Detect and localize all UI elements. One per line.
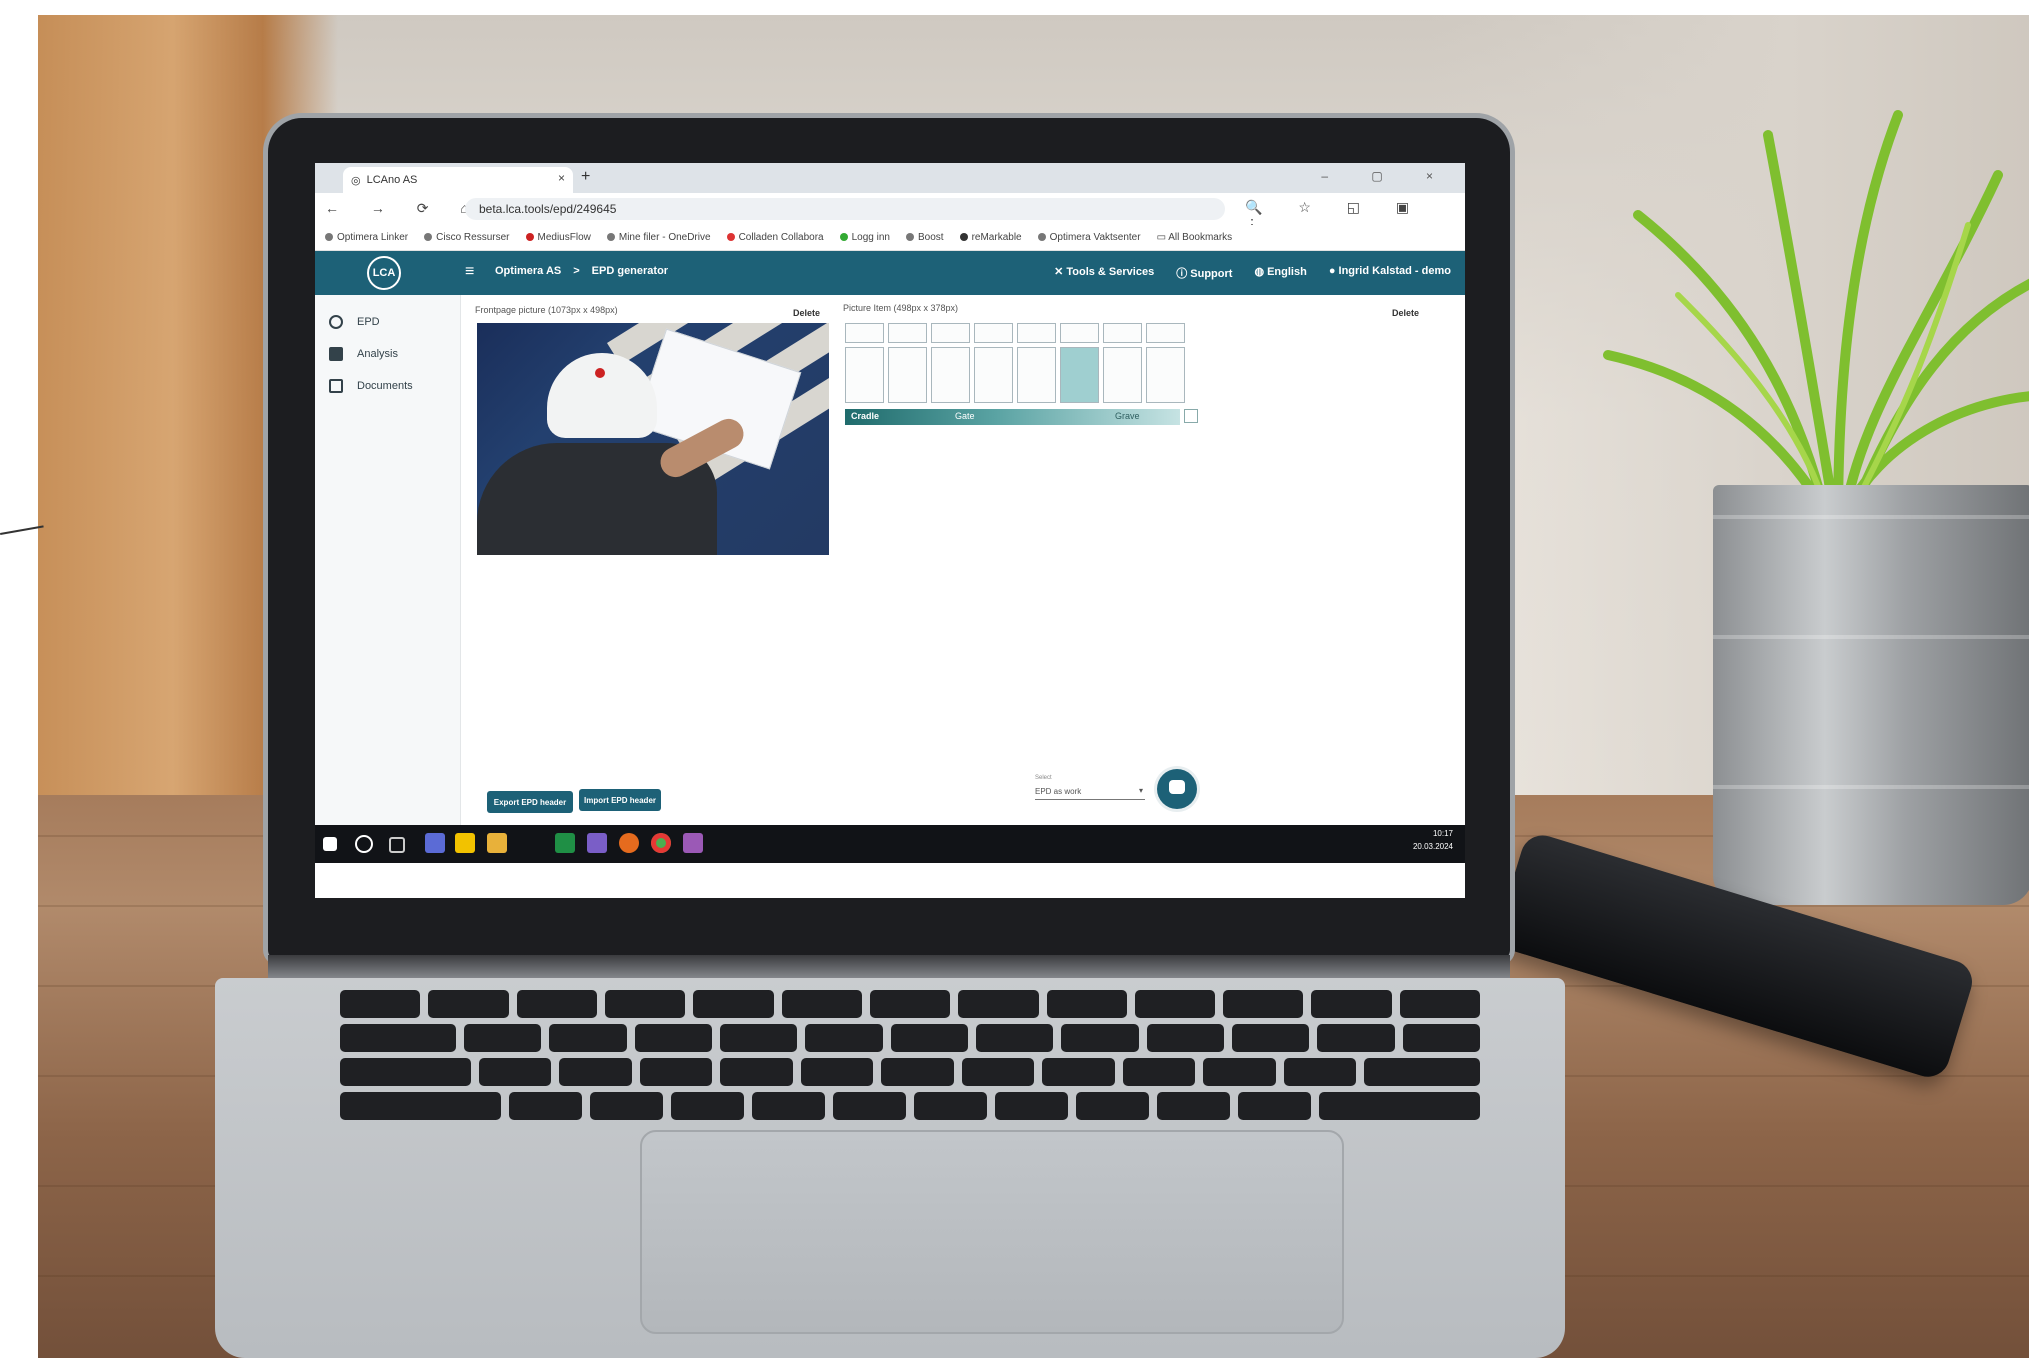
clock-time: 10:17 [1432,829,1453,838]
tools-services-link[interactable]: ✕ Tools & Services [1054,265,1154,281]
bookmark-item[interactable]: Optimera Vaktsenter [1037,232,1141,243]
file-explorer-icon[interactable] [487,833,507,853]
tools-icon: ✕ [1054,266,1067,278]
new-tab-icon[interactable]: + [581,168,590,186]
support-link[interactable]: ⓘ Support [1176,265,1232,281]
plant-leaves [1603,110,2029,530]
hamburger-menu-icon[interactable]: ≡ [465,263,474,281]
back-picture-label: Picture Item (498px x 378px) [843,303,959,313]
frontpage-picture[interactable] [477,323,829,555]
bookmark-item[interactable]: Optimera Linker [325,232,408,243]
bookmark-item[interactable]: ▭ All Bookmarks [1157,232,1233,243]
taskbar-clock[interactable]: 10:17 20.03.2024 [1413,827,1453,853]
export-epd-header-button[interactable]: Export EPD header [487,791,573,813]
user-menu[interactable]: ● Ingrid Kalstad - demo [1329,265,1451,281]
analysis-icon [329,347,343,361]
app-icon[interactable] [587,833,607,853]
lifecycle-bar: Cradle Gate Grave [845,409,1198,425]
bookmark-item[interactable]: Cisco Ressurser [424,232,510,243]
navigation-buttons[interactable]: ← → ⟳ ⌂ [325,200,483,217]
language-link[interactable]: ◍ English [1254,265,1306,281]
bookmark-item[interactable]: Logg inn [839,232,890,243]
breadcrumb-separator: > [573,265,580,277]
sidebar-item-label: Analysis [357,348,398,360]
folder-icon: ▭ [1156,232,1169,243]
task-view-icon[interactable] [389,837,405,853]
lifecycle-stage-grid[interactable] [845,323,1185,403]
sidebar-item-label: EPD [357,316,380,328]
breadcrumb-page[interactable]: EPD generator [592,265,668,277]
bookmark-item[interactable]: MediusFlow [525,232,591,243]
epd-type-select[interactable]: Select EPD as work ▾ [1035,775,1145,800]
app-icon[interactable] [683,833,703,853]
helmet-logo [595,368,605,378]
copy-icon[interactable] [1184,409,1198,423]
chat-button[interactable] [1157,769,1197,809]
chrome-icon[interactable] [651,833,671,853]
safety-helmet [547,353,657,438]
back-picture-delete-button[interactable]: Delete [1392,308,1419,318]
user-icon: ● [1328,265,1339,277]
globe-icon: ◎ [351,174,361,187]
breadcrumb-org[interactable]: Optimera AS [495,265,561,277]
help-icon: ⓘ [1176,268,1191,280]
address-bar: ← → ⟳ ⌂ beta.lca.tools/epd/249645 🔍 ☆ ◱ … [315,193,1465,232]
laptop-screen: ◎ LCAno AS × + – ▢ × ← → ⟳ ⌂ beta.lca.to… [315,163,1465,898]
sidebar: EPD Analysis Documents [315,295,461,825]
url-field[interactable]: beta.lca.tools/epd/249645 [465,198,1225,220]
sidebar-item-label: Documents [357,380,413,392]
app-header: LCA ≡ Optimera AS > EPD generator ✕ Tool… [315,251,1465,295]
breadcrumb: Optimera AS > EPD generator [495,265,668,277]
app-logo[interactable]: LCA [367,256,401,290]
clock-date: 20.03.2024 [1412,842,1453,851]
windows-start-icon[interactable] [323,837,337,851]
bookmark-item[interactable]: reMarkable [959,232,1022,243]
documents-icon [329,379,343,393]
frontpage-delete-button[interactable]: Delete [793,308,820,318]
window-controls[interactable]: – ▢ × [1321,169,1453,183]
chat-icon [1169,780,1185,794]
sidebar-item-analysis[interactable]: Analysis [329,347,398,361]
metal-plant-pot [1713,485,2029,905]
select-label: Select [1035,775,1052,781]
app-icon[interactable] [619,833,639,853]
sidebar-item-documents[interactable]: Documents [329,379,413,393]
epd-icon [329,315,343,329]
lifecycle-grave: Grave [1115,411,1140,421]
excel-icon[interactable] [555,833,575,853]
frontpage-picture-label: Frontpage picture (1073px x 498px) [475,305,618,315]
globe-icon: ◍ [1254,266,1268,278]
bookmark-item[interactable]: Colladen Collabora [726,232,824,243]
close-icon[interactable]: × [558,171,565,185]
sticky-notes-icon[interactable] [455,833,475,853]
select-value: EPD as work [1035,787,1082,796]
bookmark-item[interactable]: Boost [906,232,944,243]
trackpad [640,1130,1344,1334]
search-icon[interactable] [355,835,373,853]
sidebar-item-epd[interactable]: EPD [329,315,380,329]
lifecycle-cradle: Cradle [851,411,880,421]
laptop-keyboard [340,990,1481,1140]
teams-icon[interactable] [425,833,445,853]
windows-taskbar: 10:17 20.03.2024 [315,825,1465,863]
browser-tab-bar: ◎ LCAno AS × + – ▢ × [315,163,1465,193]
bookmark-item[interactable]: Mine filer - OneDrive [606,232,711,243]
browser-tab[interactable]: ◎ LCAno AS × [343,167,573,193]
chevron-down-icon: ▾ [1138,786,1143,795]
bookmarks-bar: Optimera Linker Cisco Ressurser MediusFl… [315,225,1465,251]
lifecycle-gate: Gate [955,411,975,421]
header-links: ✕ Tools & Services ⓘ Support ◍ English ●… [1054,265,1451,281]
tab-title: LCAno AS [366,174,418,186]
import-epd-header-button[interactable]: Import EPD header [579,789,661,811]
